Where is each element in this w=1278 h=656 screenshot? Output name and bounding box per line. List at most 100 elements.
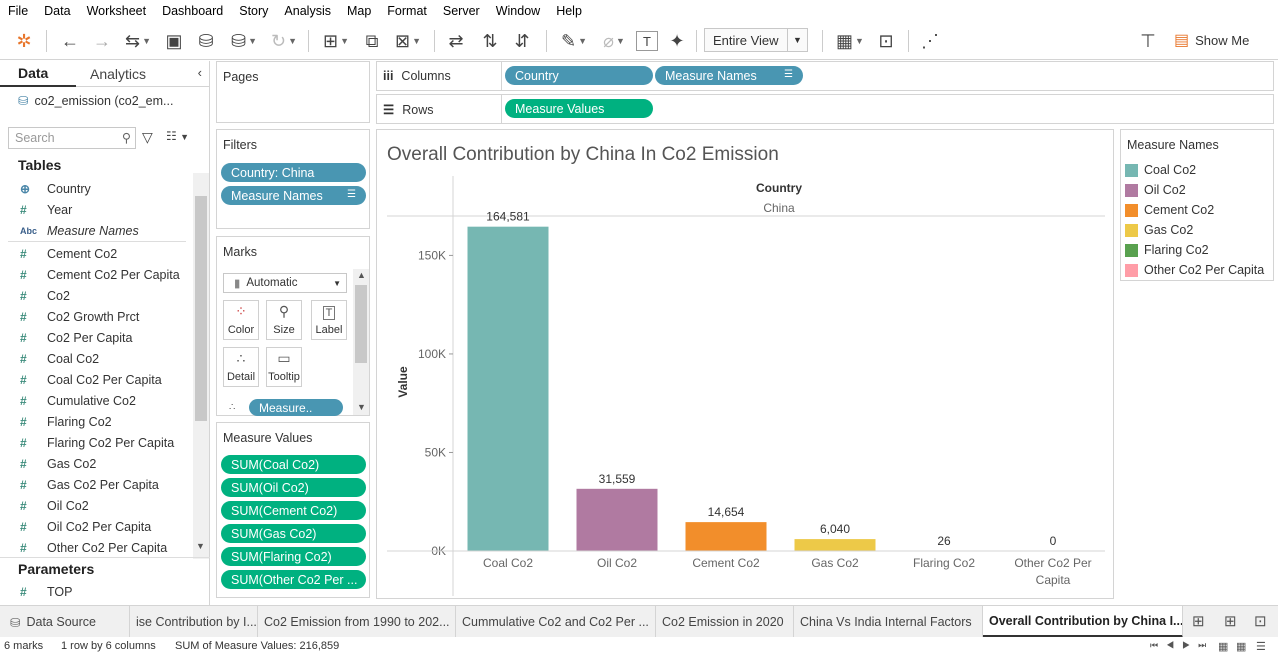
field-item[interactable]: # Cement Co2 <box>0 243 192 264</box>
bar-oil-co2[interactable] <box>576 488 658 551</box>
tab-data[interactable]: Data <box>0 61 76 87</box>
show-filmstrip-icon[interactable]: ▦ <box>1218 640 1228 653</box>
bar-cement-co2[interactable] <box>685 522 767 551</box>
view-mode-select[interactable]: Entire View ▼ <box>704 28 808 52</box>
collapse-pane-icon[interactable]: ‹ <box>198 65 202 80</box>
tab-sheet-active[interactable]: Overall Contribution by China I... <box>983 606 1183 638</box>
field-item[interactable]: # Other Co2 Per Capita <box>0 537 192 558</box>
measure-pill[interactable]: SUM(Coal Co2) <box>221 455 366 474</box>
field-list-scroll-thumb[interactable] <box>195 196 207 421</box>
menu-server[interactable]: Server <box>443 4 480 18</box>
marks-label-button[interactable]: T Label <box>311 300 347 340</box>
filters-card[interactable]: Filters Country: China Measure Names ☰ <box>216 129 370 229</box>
show-cards-icon[interactable]: ▦ ▼ <box>832 28 868 54</box>
new-datasource-icon[interactable]: ⛁ <box>194 28 218 54</box>
tab-sheet[interactable]: China Vs India Internal Factors <box>794 606 983 638</box>
menu-format[interactable]: Format <box>387 4 427 18</box>
field-item[interactable]: # Cement Co2 Per Capita <box>0 264 192 285</box>
fix-axes-icon[interactable]: ✦ <box>666 28 688 54</box>
search-input[interactable]: Search ⚲ <box>8 127 136 149</box>
scroll-up-icon[interactable]: ▲ <box>357 270 366 280</box>
show-sheet-sorter-icon[interactable]: ▦ <box>1236 640 1246 653</box>
highlight-icon[interactable]: ✎ ▼ <box>556 28 592 54</box>
sort-descending-icon[interactable]: ⇵ <box>510 28 534 54</box>
measure-pill[interactable]: SUM(Flaring Co2) <box>221 547 366 566</box>
filter-pill-country[interactable]: Country: China <box>221 163 366 182</box>
tab-sheet[interactable]: Co2 Emission from 1990 to 202... <box>258 606 456 638</box>
sort-ascending-icon[interactable]: ⇅ <box>478 28 502 54</box>
group-members-icon[interactable]: ⌀ ▼ <box>596 28 632 54</box>
bar-coal-co2[interactable] <box>467 226 549 551</box>
columns-pill-country[interactable]: Country <box>505 66 653 85</box>
duplicate-sheet-icon[interactable]: ⧉ <box>360 28 384 54</box>
marks-tooltip-button[interactable]: ▭ Tooltip <box>266 347 302 387</box>
worksheet-view[interactable]: Overall Contribution by China In Co2 Emi… <box>376 129 1114 599</box>
rows-pill-measure-values[interactable]: Measure Values <box>505 99 653 118</box>
datasource-item[interactable]: ⛁ co2_emission (co2_em... <box>18 93 173 109</box>
menu-map[interactable]: Map <box>347 4 371 18</box>
field-item[interactable]: # Co2 <box>0 285 192 306</box>
columns-shelf[interactable]: iii Columns Country Measure Names ☰ <box>376 61 1274 91</box>
undo-icon[interactable]: ← <box>58 28 82 54</box>
country-value[interactable]: China <box>763 201 795 215</box>
share-icon[interactable]: ⋰ <box>918 28 942 54</box>
tab-analytics[interactable]: Analytics ‹ <box>76 61 210 87</box>
x-tick-label[interactable]: Cement Co2 <box>692 556 760 570</box>
menu-story[interactable]: Story <box>239 4 268 18</box>
x-tick-label[interactable]: Gas Co2 <box>811 556 859 570</box>
x-tick-label[interactable]: Oil Co2 <box>597 556 637 570</box>
field-item[interactable]: Abc Measure Names <box>0 220 192 241</box>
tab-sheet[interactable]: ise Contribution by I... <box>130 606 258 638</box>
field-item[interactable]: # Year <box>0 199 192 220</box>
menu-window[interactable]: Window <box>496 4 540 18</box>
tab-data-source[interactable]: ⛁ Data Source <box>0 606 130 638</box>
marks-color-button[interactable]: ⁘ Color <box>223 300 259 340</box>
menu-file[interactable]: File <box>8 4 28 18</box>
tab-sheet[interactable]: Co2 Emission in 2020 <box>656 606 794 638</box>
legend-item[interactable]: Cement Co2 <box>1125 200 1214 220</box>
bar-gas-co2[interactable] <box>794 539 876 551</box>
legend-item[interactable]: Flaring Co2 <box>1125 240 1209 260</box>
menu-help[interactable]: Help <box>556 4 582 18</box>
marks-measure-names-pill[interactable]: Measure.. <box>249 399 343 416</box>
field-item[interactable]: # Gas Co2 Per Capita <box>0 474 192 495</box>
measure-pill[interactable]: SUM(Cement Co2) <box>221 501 366 520</box>
field-item[interactable]: # Co2 Per Capita <box>0 327 192 348</box>
measure-pill[interactable]: SUM(Other Co2 Per ... <box>221 570 366 589</box>
field-item[interactable]: # Coal Co2 <box>0 348 192 369</box>
legend-item[interactable]: Coal Co2 <box>1125 160 1196 180</box>
field-item[interactable]: ⊕ Country <box>0 178 192 199</box>
measure-pill[interactable]: SUM(Gas Co2) <box>221 524 366 543</box>
filter-pill-measure-names[interactable]: Measure Names ☰ <box>221 186 366 205</box>
color-legend[interactable]: Measure Names Coal Co2 Oil Co2 Cement Co… <box>1120 129 1274 281</box>
field-item[interactable]: # Co2 Growth Prct <box>0 306 192 327</box>
pause-updates-icon[interactable]: ⛁ ▼ <box>226 28 262 54</box>
field-item[interactable]: # Flaring Co2 <box>0 411 192 432</box>
marks-detail-button[interactable]: ∴ Detail <box>223 347 259 387</box>
show-me-button[interactable]: ▤ Show Me <box>1174 30 1249 50</box>
columns-pill-measure-names[interactable]: Measure Names ☰ <box>655 66 803 85</box>
redo-icon[interactable]: → <box>90 28 114 54</box>
clear-sheet-icon[interactable]: ⊠ ▼ <box>390 28 426 54</box>
menu-worksheet[interactable]: Worksheet <box>87 4 147 18</box>
x-tick-label[interactable]: Other Co2 Per Capita <box>1014 556 1091 587</box>
swap-rows-columns-icon[interactable]: ⇄ <box>444 28 468 54</box>
show-labels-icon[interactable]: T <box>636 31 658 51</box>
rows-shelf[interactable]: ☰ Rows Measure Values <box>376 94 1274 124</box>
x-tick-label[interactable]: Flaring Co2 <box>913 556 975 570</box>
x-tick-label[interactable]: Coal Co2 <box>483 556 533 570</box>
legend-item[interactable]: Gas Co2 <box>1125 220 1193 240</box>
tableau-logo-icon[interactable]: ✲ <box>12 28 36 54</box>
bar-chart[interactable]: Country China Value 0K50K100K150K 164,58… <box>377 176 1113 596</box>
field-item[interactable]: # Flaring Co2 Per Capita <box>0 432 192 453</box>
field-item[interactable]: # Gas Co2 <box>0 453 192 474</box>
mark-type-select[interactable]: ▮ Automatic ▼ <box>223 273 347 293</box>
show-tabs-icon[interactable]: ☰ <box>1256 640 1266 653</box>
scroll-down-icon[interactable]: ▼ <box>357 402 366 412</box>
y-axis[interactable]: 0K50K100K150K <box>418 248 453 558</box>
field-item[interactable]: # Oil Co2 Per Capita <box>0 516 192 537</box>
replay-icon[interactable]: ⇆ ▼ <box>120 28 156 54</box>
refresh-icon[interactable]: ↻ ▼ <box>266 28 302 54</box>
field-item[interactable]: # Oil Co2 <box>0 495 192 516</box>
new-worksheet-icon[interactable]: ⊞ <box>1192 612 1205 630</box>
